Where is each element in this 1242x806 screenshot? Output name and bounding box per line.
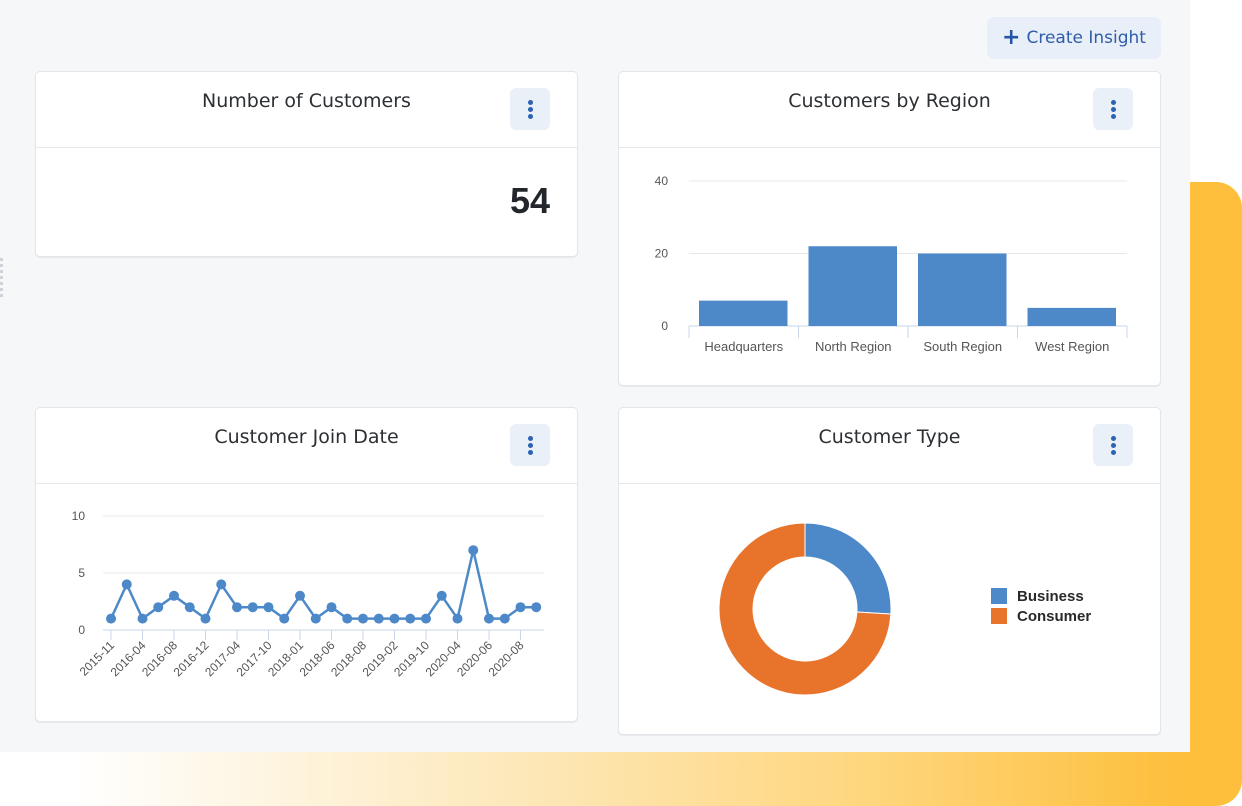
bar-headquarters <box>699 300 788 326</box>
chart-legend: Business Consumer <box>991 586 1091 626</box>
legend-swatch <box>991 588 1007 604</box>
data-point <box>531 602 542 613</box>
legend-item-business[interactable]: Business <box>991 586 1091 606</box>
card-number-of-customers: Number of Customers 54 <box>35 71 578 257</box>
dashboard-canvas: + Create Insight Number of Customers 54 … <box>0 0 1190 752</box>
create-insight-button[interactable]: + Create Insight <box>987 17 1161 59</box>
card-customers-by-region: Customers by Region 0 20 40 Headquarters Nor… <box>618 71 1161 386</box>
data-point <box>263 602 274 613</box>
card-menu-button[interactable] <box>510 88 550 130</box>
data-point <box>342 613 353 624</box>
data-point <box>405 613 416 624</box>
resize-handle[interactable] <box>0 258 3 300</box>
data-point <box>310 613 321 624</box>
data-point <box>436 590 447 601</box>
y-tick-label: 10 <box>72 509 86 523</box>
create-insight-label: Create Insight <box>1026 28 1146 48</box>
slice-business <box>804 522 892 615</box>
data-point <box>421 613 431 624</box>
data-point <box>389 613 400 624</box>
y-tick-label: 0 <box>78 623 85 637</box>
data-point <box>247 602 258 613</box>
card-title: Number of Customers <box>202 90 411 112</box>
data-point <box>515 602 526 613</box>
data-point <box>468 545 479 556</box>
y-tick-label: 0 <box>661 319 668 333</box>
x-tick-label: North Region <box>815 339 892 354</box>
bar-chart: 0 20 40 Headquarters North Region South Regio… <box>655 174 1128 354</box>
data-point <box>137 613 148 624</box>
bar-west-region <box>1027 307 1116 326</box>
y-tick-label: 5 <box>78 566 85 580</box>
legend-label: Consumer <box>1017 607 1092 625</box>
x-tick-label: 2020-08 <box>486 638 527 679</box>
plus-icon: + <box>1002 25 1021 50</box>
data-point <box>200 613 211 624</box>
data-point <box>326 602 337 613</box>
legend-item-consumer[interactable]: Consumer <box>991 606 1091 626</box>
x-tick-label: South Region <box>923 339 1002 354</box>
legend-label: Business <box>1017 587 1084 605</box>
card-customer-type: Customer Type Business Consumer <box>618 407 1161 735</box>
series-line <box>109 548 537 620</box>
bar-north-region <box>808 246 897 326</box>
data-point <box>295 590 305 601</box>
data-point <box>358 613 368 624</box>
data-point <box>121 579 132 590</box>
y-tick-label: 20 <box>655 247 669 261</box>
card-customer-join-date: Customer Join Date 0 5 10 2015-11 2016-04 201… <box>35 407 578 722</box>
y-tick-label: 40 <box>655 174 669 188</box>
data-point <box>169 590 179 601</box>
bar-south-region <box>918 253 1007 326</box>
customer-count-value: 54 <box>509 180 550 221</box>
data-point <box>279 613 290 624</box>
data-point <box>184 602 195 613</box>
x-tick-label: Headquarters <box>704 339 783 354</box>
data-point <box>373 613 384 624</box>
data-point <box>452 613 463 624</box>
kebab-icon <box>527 99 533 119</box>
data-point <box>484 613 494 624</box>
x-tick-label: West Region <box>1035 339 1109 354</box>
data-point <box>106 613 116 624</box>
line-chart: 05102015-112016-042016-082016-122017-042… <box>72 509 544 679</box>
card-header: Number of Customers <box>36 72 577 148</box>
data-point <box>216 579 227 590</box>
data-point <box>153 602 164 613</box>
data-point <box>499 613 510 624</box>
donut-chart <box>718 522 892 696</box>
data-point <box>232 602 242 613</box>
legend-swatch <box>991 608 1007 624</box>
